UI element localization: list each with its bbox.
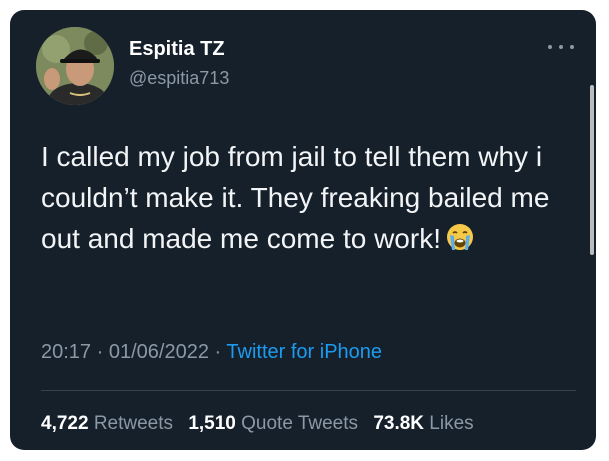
more-dot [548,45,552,49]
tweet-card: Espitia TZ @espitia713 I called my job f… [10,10,596,450]
tweet-stats: 4,722 Retweets 1,510 Quote Tweets 73.8K … [41,413,484,435]
avatar-photo-icon [36,27,114,105]
author-avatar[interactable] [36,27,114,105]
quotes-count: 1,510 [188,413,236,434]
tweet-text: I called my job from jail to tell them w… [41,136,571,263]
tweet-date[interactable]: 01/06/2022 [109,341,209,363]
author-display-name[interactable]: Espitia TZ [129,38,225,61]
loudly-crying-face-emoji-icon [445,222,475,263]
quotes-label: Quote Tweets [241,413,359,434]
retweets-count: 4,722 [41,413,89,434]
more-dot [559,45,563,49]
retweets-stat[interactable]: 4,722 Retweets [41,413,173,434]
likes-count: 73.8K [373,413,425,434]
tweet-source-link[interactable]: Twitter for iPhone [226,341,382,363]
likes-label: Likes [429,413,474,434]
divider [41,390,576,391]
meta-separator: · [214,341,222,363]
quote-tweets-stat[interactable]: 1,510 Quote Tweets [188,413,358,434]
tweet-time[interactable]: 20:17 [41,341,91,363]
author-handle[interactable]: @espitia713 [129,68,229,89]
retweets-label: Retweets [93,413,174,434]
more-options-icon[interactable] [548,40,574,54]
likes-stat[interactable]: 73.8K Likes [373,413,473,434]
more-dot [570,45,574,49]
scrollbar[interactable] [590,85,594,255]
tweet-meta: 20:17 · 01/06/2022 · Twitter for iPhone [41,341,382,364]
meta-separator: · [96,341,104,363]
